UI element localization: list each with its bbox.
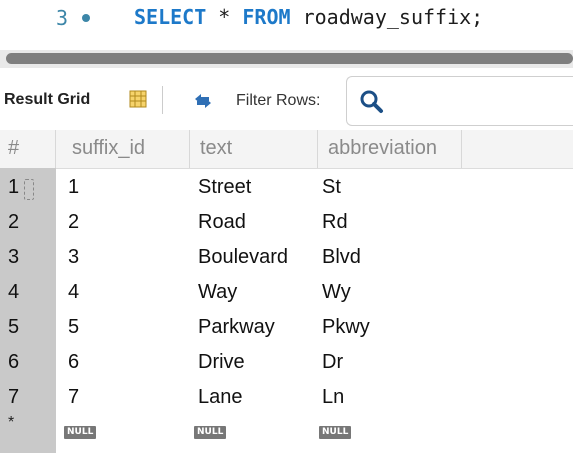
filter-rows-label: Filter Rows: [236,92,321,109]
new-row[interactable]: * NULL NULL NULL [0,414,573,450]
cell-text[interactable]: Way [198,275,237,310]
cell-abbreviation[interactable]: Dr [322,345,343,380]
cell-suffix-id-null[interactable]: NULL [64,415,97,450]
cell-text[interactable]: Parkway [198,310,275,345]
cell-text[interactable]: Boulevard [198,240,288,275]
row-number: 6 [8,351,20,373]
table-row[interactable]: 5 5 Parkway Pkwy [0,310,573,345]
result-grid-label[interactable]: Result Grid [4,91,90,109]
row-number: 1 [8,176,20,198]
search-icon [359,89,385,115]
cell-abbreviation[interactable]: St [322,170,341,205]
sql-keyword-select: SELECT [134,5,207,29]
cell-abbreviation[interactable]: Pkwy [322,310,370,345]
result-toolbar: Result Grid Filter Rows: [0,72,573,131]
cell-text[interactable]: Road [198,205,246,240]
sql-statement[interactable]: SELECT * FROM roadway_suffix; [134,5,483,29]
cell-abbreviation[interactable]: Ln [322,380,344,415]
cell-text[interactable]: Lane [198,380,243,415]
cell-suffix-id[interactable]: 7 [68,380,79,415]
cell-abbreviation[interactable]: Blvd [322,240,361,275]
row-number: 5 [8,316,20,338]
row-number: 4 [8,281,20,303]
filter-rows-input[interactable] [346,76,573,126]
sql-editor[interactable]: 3 SELECT * FROM roadway_suffix; [0,0,573,50]
cell-suffix-id[interactable]: 1 [68,170,79,205]
result-grid: # suffix_id text abbreviation 1 1 Street… [0,130,573,453]
sql-table-name: roadway_suffix; [290,5,484,29]
null-badge: NULL [319,426,352,440]
null-badge: NULL [64,426,97,440]
grid-header: # suffix_id text abbreviation [0,130,573,169]
cell-text[interactable]: Drive [198,345,245,380]
cell-suffix-id[interactable]: 3 [68,240,79,275]
null-badge: NULL [194,426,227,440]
table-row[interactable]: 6 6 Drive Dr [0,345,573,380]
table-row[interactable]: 7 7 Lane Ln [0,380,573,415]
grid-icon[interactable] [129,90,147,108]
column-header-suffix-id[interactable]: suffix_id [64,130,190,168]
row-cursor-icon [24,179,34,200]
sql-star: * [206,5,243,29]
column-header-rownum[interactable]: # [0,130,56,168]
line-number: 3 [56,6,69,30]
table-row[interactable]: 1 1 Street St [0,170,573,205]
table-row[interactable]: 2 2 Road Rd [0,205,573,240]
cell-suffix-id[interactable]: 2 [68,205,79,240]
statement-marker-icon [82,14,90,22]
row-number: 2 [8,211,20,233]
cell-suffix-id[interactable]: 6 [68,345,79,380]
cell-text[interactable]: Street [198,170,251,205]
scrollbar-thumb[interactable] [6,53,573,64]
new-row-marker: * [8,414,15,431]
column-header-abbreviation[interactable]: abbreviation [320,130,462,168]
cell-text-null[interactable]: NULL [194,415,227,450]
cell-suffix-id[interactable]: 4 [68,275,79,310]
editor-horizontal-scrollbar[interactable] [0,50,573,68]
cell-abbreviation-null[interactable]: NULL [319,415,352,450]
cell-abbreviation[interactable]: Wy [322,275,351,310]
table-row[interactable]: 3 3 Boulevard Blvd [0,240,573,275]
toolbar-divider [162,86,163,114]
refresh-icon[interactable] [192,91,214,111]
row-number: 7 [8,386,20,408]
row-number: 3 [8,246,20,268]
column-header-text[interactable]: text [192,130,318,168]
cell-abbreviation[interactable]: Rd [322,205,348,240]
table-row[interactable]: 4 4 Way Wy [0,275,573,310]
sql-keyword-from: FROM [242,5,291,29]
cell-suffix-id[interactable]: 5 [68,310,79,345]
